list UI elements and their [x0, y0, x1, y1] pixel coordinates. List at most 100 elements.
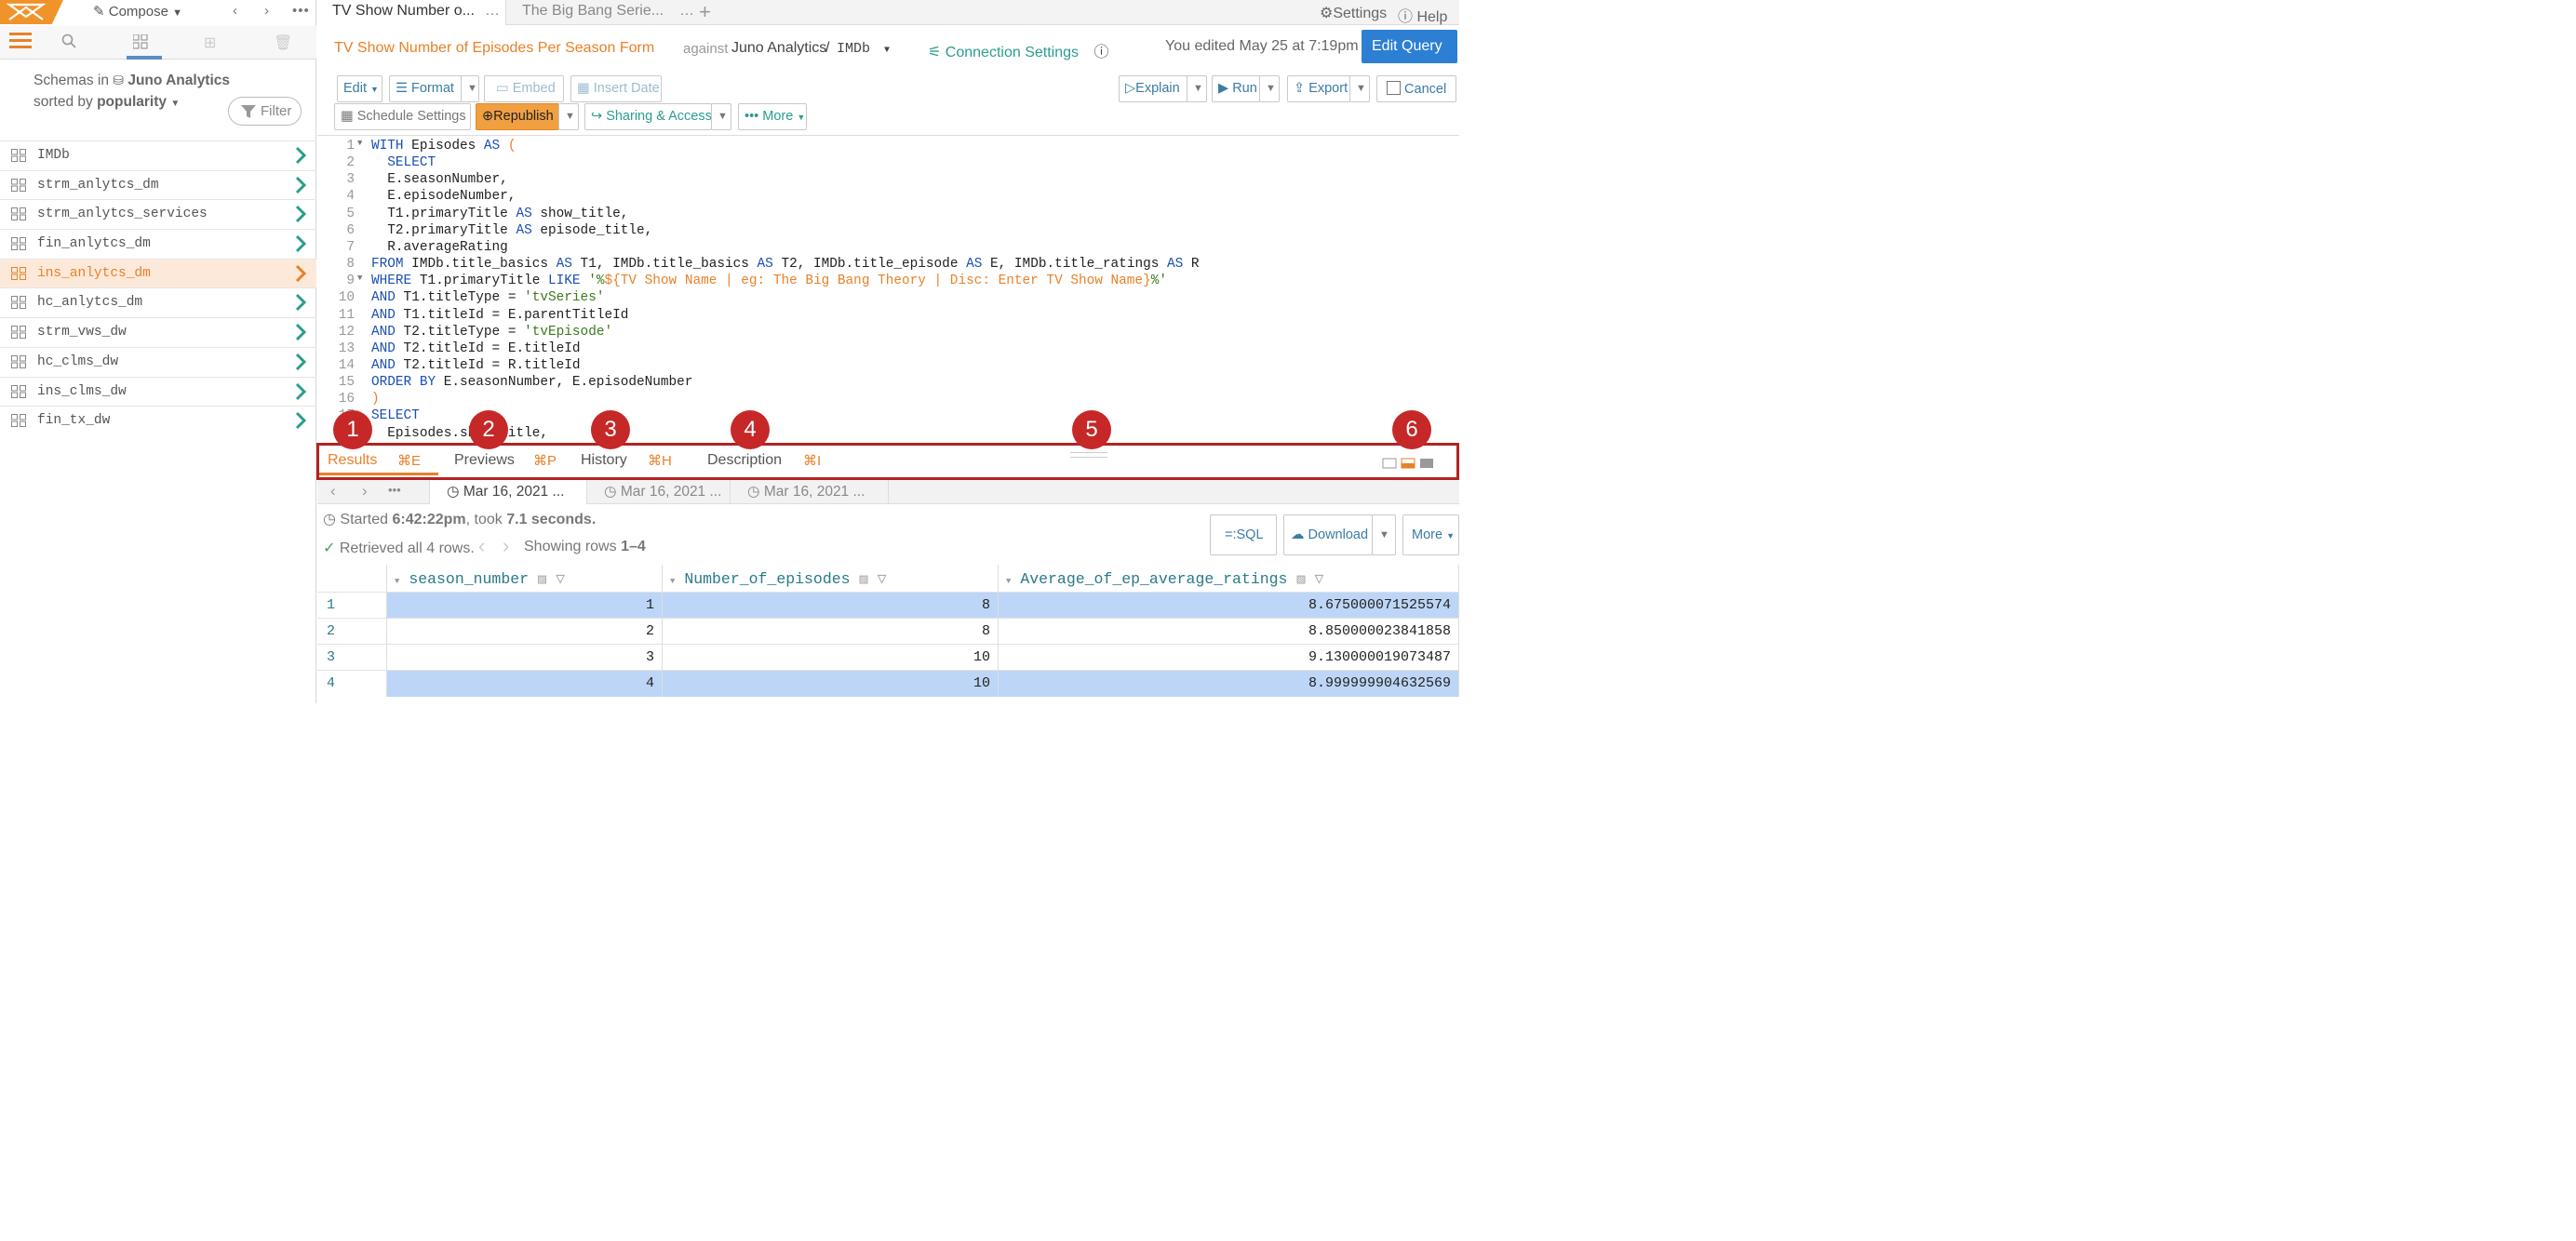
code-line[interactable]: 16) — [317, 392, 1459, 408]
download-button[interactable]: ☁ Download — [1283, 514, 1373, 555]
history-tab-run[interactable]: ◷ Mar 16, 2021 ... — [731, 480, 889, 504]
code-line[interactable]: 3 E.seasonNumber, — [317, 172, 1459, 189]
fold-arrow-icon[interactable]: ▼ — [357, 139, 362, 148]
trash-icon[interactable]: 🗑 — [274, 33, 292, 52]
code-line[interactable]: 5 T1.primaryTitle AS show_title, — [317, 207, 1459, 223]
settings-link[interactable]: ⚙Settings — [1320, 4, 1387, 22]
run-button[interactable]: ▶ Run — [1212, 75, 1260, 102]
schema-item[interactable]: ins_clms_dw — [0, 376, 316, 407]
search-icon[interactable] — [61, 33, 76, 53]
table-cell[interactable]: 4 — [387, 671, 663, 697]
schema-item[interactable]: fin_anlytcs_dm — [0, 229, 316, 259]
sort-triangle-icon[interactable]: ▼ — [1006, 577, 1011, 586]
hamburger-menu-icon[interactable] — [9, 30, 32, 55]
code-line[interactable]: 2 SELECT — [317, 155, 1459, 172]
chart-icon[interactable]: ▨ — [1296, 572, 1305, 588]
chevron-right-icon[interactable] — [294, 234, 307, 253]
tab-results[interactable]: Results — [328, 452, 377, 469]
code-line[interactable]: 13 AND T2.titleId = E.titleId — [317, 341, 1459, 358]
code-line[interactable]: 7 R.averageRating — [317, 240, 1459, 257]
explain-button[interactable]: ▷Explain — [1119, 75, 1187, 102]
tab-history[interactable]: History — [581, 452, 627, 469]
chevron-right-icon[interactable] — [294, 146, 307, 165]
app-logo[interactable] — [0, 0, 63, 24]
edit-button[interactable]: Edit ▼ — [337, 75, 382, 102]
table-row[interactable]: 3 3 10 9.130000019073487 — [317, 644, 1459, 671]
layout-toggle[interactable] — [1382, 457, 1440, 473]
chart-icon[interactable]: ▨ — [860, 572, 868, 588]
code-line[interactable]: 8 FROM IMDb.title_basics AS T1, IMDb.titl… — [317, 257, 1459, 274]
table-cell[interactable]: 8 — [663, 619, 999, 645]
code-line[interactable]: 9 ▼ WHERE T1.primaryTitle LIKE '%${TV Show… — [317, 274, 1459, 290]
prev-page-icon[interactable]: ‹ — [478, 534, 485, 558]
schema-item[interactable]: strm_anlytcs_services — [0, 199, 316, 229]
sql-editor[interactable]: 1 ▼ WITH Episodes AS (2 SELECT 3 E.seasonNu… — [317, 135, 1459, 440]
schema-item[interactable]: strm_anlytcs_dm — [0, 169, 316, 200]
more-button[interactable]: ••• More ▼ — [738, 103, 807, 130]
tab-previews[interactable]: Previews — [454, 452, 515, 469]
table-cell[interactable]: 10 — [663, 645, 999, 671]
code-line[interactable]: 6 T2.primaryTitle AS episode_title, — [317, 223, 1459, 240]
table-cell[interactable]: 2 — [387, 619, 663, 645]
compose-menu[interactable]: ✎ Compose ▼ — [93, 3, 182, 20]
chevron-right-icon[interactable] — [294, 293, 307, 312]
resize-handle[interactable] — [1070, 452, 1107, 458]
chevron-right-icon[interactable] — [294, 205, 307, 223]
sharing-access-button[interactable]: ↪ Sharing & Access — [584, 103, 712, 130]
schema-item[interactable]: ins_anlytcs_dm — [0, 258, 316, 288]
forward-arrow-icon[interactable]: › — [362, 482, 368, 500]
chevron-right-icon[interactable] — [294, 323, 307, 341]
column-header[interactable]: ▼ season_number ▨ ▽ — [387, 565, 663, 592]
tab-query-inactive[interactable]: The Big Bang Serie... … — [507, 0, 694, 25]
schema-item[interactable]: hc_clms_dw — [0, 346, 316, 377]
table-row[interactable]: 2 2 8 8.850000023841858 — [317, 618, 1459, 645]
results-more-button[interactable]: More ▼ — [1402, 514, 1459, 555]
view-sql-button[interactable]: =:SQL — [1210, 514, 1277, 555]
tab-description[interactable]: Description — [707, 452, 782, 469]
tab-menu-icon[interactable]: … — [679, 3, 694, 20]
schema-grid-icon[interactable] — [127, 30, 162, 60]
code-line[interactable]: 4 E.episodeNumber, — [317, 189, 1459, 206]
schema-item[interactable]: hc_anlytcs_dm — [0, 287, 316, 317]
filter-icon[interactable]: ▽ — [1315, 570, 1324, 588]
download-dropdown-caret[interactable]: ▼ — [1372, 514, 1396, 555]
schema-item[interactable]: strm_vws_dw — [0, 317, 316, 347]
tab-query-active[interactable]: TV Show Number o... … — [317, 0, 506, 25]
format-dropdown-caret[interactable]: ▼ — [461, 75, 479, 102]
explain-dropdown-caret[interactable]: ▼ — [1187, 75, 1207, 102]
chevron-right-icon[interactable] — [294, 264, 307, 283]
back-arrow-icon[interactable]: ‹ — [330, 482, 336, 500]
tab-menu-icon[interactable]: … — [485, 3, 500, 20]
format-button[interactable]: ☰ Format — [389, 75, 462, 102]
schema-item[interactable]: IMDb — [0, 140, 316, 170]
sort-triangle-icon[interactable]: ▼ — [670, 577, 675, 586]
connection-settings-link[interactable]: ⚟ Connection Settings ⓘ — [928, 39, 1108, 61]
cancel-button[interactable]: Cancel — [1376, 75, 1456, 102]
sort-selector[interactable]: sorted by popularity ▼ — [34, 94, 180, 111]
chevron-right-icon[interactable] — [294, 353, 307, 371]
table-cell[interactable]: 8.999999904632569 — [999, 671, 1459, 697]
schema-item[interactable]: fin_tx_dw — [0, 406, 316, 435]
table-cell[interactable]: 8.675000071525574 — [999, 593, 1459, 619]
filter-icon[interactable]: ▽ — [878, 570, 887, 588]
table-cell[interactable]: 10 — [663, 671, 999, 697]
code-line[interactable]: 10 AND T1.titleType = 'tvSeries' — [317, 290, 1459, 307]
table-row[interactable]: 1 1 8 8.675000071525574 — [317, 592, 1459, 619]
export-button[interactable]: ⇪ Export — [1287, 75, 1350, 102]
run-dropdown-caret[interactable]: ▼ — [1259, 75, 1280, 102]
overflow-menu-icon[interactable]: ••• — [388, 483, 401, 497]
next-page-icon[interactable]: › — [503, 534, 509, 558]
filter-icon[interactable]: ▽ — [556, 570, 565, 588]
table-cell[interactable]: 8.850000023841858 — [999, 619, 1459, 645]
chevron-right-icon[interactable] — [294, 411, 307, 430]
query-title[interactable]: TV Show Number of Episodes Per Season Fo… — [334, 40, 654, 57]
table-icon[interactable]: ⊞ — [204, 33, 216, 52]
table-cell[interactable]: 3 — [387, 645, 663, 671]
connection-name[interactable]: Juno Analytics — [731, 40, 826, 57]
insert-date-button[interactable]: ▦ Insert Date — [570, 75, 662, 102]
code-line[interactable]: 12 AND T2.titleType = 'tvEpisode' — [317, 325, 1459, 341]
schedule-settings-button[interactable]: ▦ Schedule Settings — [334, 103, 471, 130]
code-line[interactable]: 1 ▼ WITH Episodes AS ( — [317, 139, 1459, 155]
table-row[interactable]: 4 4 10 8.999999904632569 — [317, 670, 1459, 697]
table-cell[interactable]: 8 — [663, 593, 999, 619]
